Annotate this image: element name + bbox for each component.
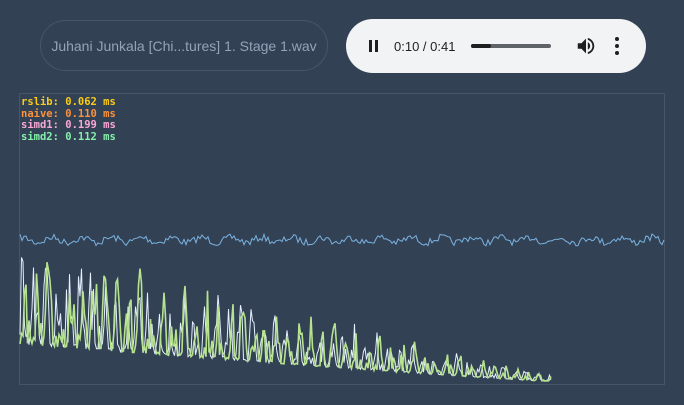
benchmark-legend: rslib: 0.062 ms naive: 0.110 ms simd1: 0…	[21, 96, 116, 143]
benchmark-rslib: rslib: 0.062 ms	[21, 96, 116, 108]
benchmark-simd2: simd2: 0.112 ms	[21, 130, 116, 143]
waveform-line	[19, 232, 665, 247]
visualizer-plot	[19, 232, 665, 382]
benchmark-simd1: simd1: 0.199 ms	[21, 119, 116, 131]
spectrum-line-alt	[19, 257, 552, 382]
spectrum-line	[19, 262, 552, 382]
